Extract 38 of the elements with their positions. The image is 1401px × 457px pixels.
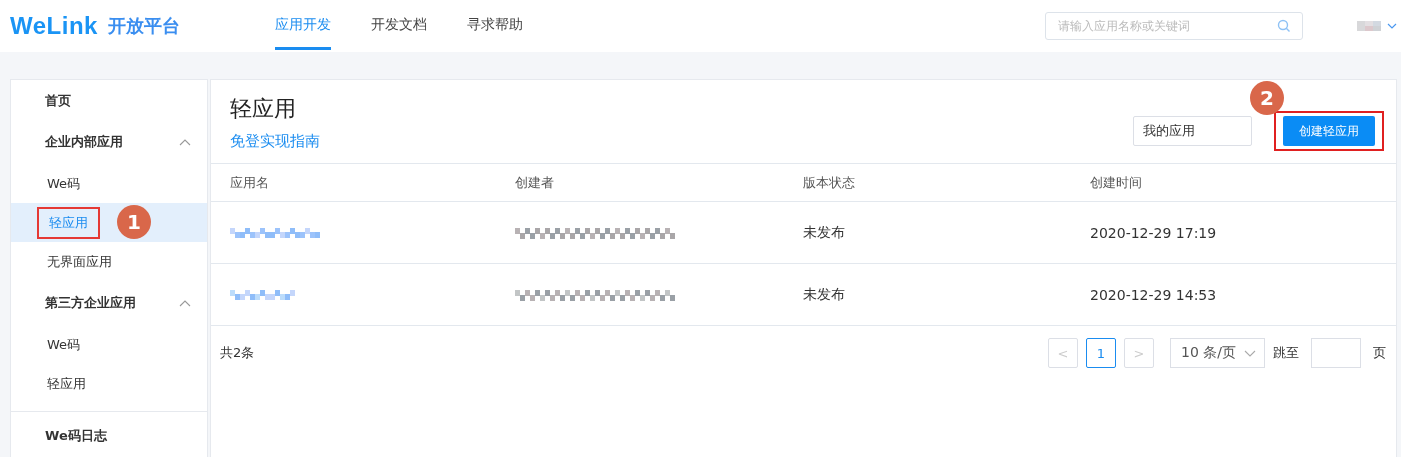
sidebar-group[interactable]: 第三方企业应用	[11, 281, 207, 325]
sidebar-item[interactable]: 轻应用	[37, 369, 96, 398]
column-header: 创建时间	[1090, 173, 1143, 192]
search-field[interactable]: 请输入应用名称或关键词	[1045, 12, 1303, 40]
table-cell-text: 未发布	[803, 285, 846, 304]
page-size-select[interactable]: 10 条/页	[1170, 338, 1265, 368]
page-title: 轻应用	[230, 95, 297, 123]
sidebar-item[interactable]: We码	[37, 169, 91, 198]
step-badge: 1	[117, 205, 151, 239]
logo: WeLink	[10, 12, 98, 40]
jump-label: 跳至	[1273, 344, 1299, 362]
column-header: 创建者	[515, 173, 555, 192]
sidebar-item[interactable]: 无界面应用	[37, 247, 122, 276]
column-header: 版本状态	[803, 173, 856, 192]
total-count: 共2条	[220, 344, 255, 362]
logo-subtitle: 开放平台	[107, 14, 180, 38]
sidebar-item[interactable]: We码日志	[11, 411, 207, 457]
column-header: 应用名	[230, 173, 270, 192]
sidebar-item[interactable]: We码	[37, 330, 91, 359]
group-label: 第三方企业应用	[45, 294, 136, 312]
avatar[interactable]	[1357, 21, 1381, 31]
filter-select[interactable]: 我的应用	[1133, 116, 1252, 146]
step-badge: 2	[1250, 81, 1284, 115]
nav-tab[interactable]: 应用开发	[275, 0, 331, 50]
page-input[interactable]	[1311, 338, 1361, 368]
nav-tab[interactable]: 寻求帮助	[467, 0, 523, 50]
table-cell-text: 2020-12-29 17:19	[1090, 224, 1218, 241]
table-cell-text: 未发布	[803, 223, 846, 242]
table-cell-text: 2020-12-29 14:53	[1090, 286, 1218, 303]
guide-link[interactable]: 免登实现指南	[230, 132, 320, 151]
sidebar-item[interactable]: 首页	[11, 82, 207, 120]
chevron-down-icon[interactable]	[1387, 23, 1397, 29]
chevron-down-icon	[1244, 349, 1256, 357]
sidebar-group[interactable]: 企业内部应用	[11, 120, 207, 164]
group-label: 企业内部应用	[45, 133, 123, 151]
search-icon	[1277, 19, 1291, 33]
nav-tab[interactable]: 开发文档	[371, 0, 427, 50]
page-unit: 页	[1373, 344, 1386, 362]
